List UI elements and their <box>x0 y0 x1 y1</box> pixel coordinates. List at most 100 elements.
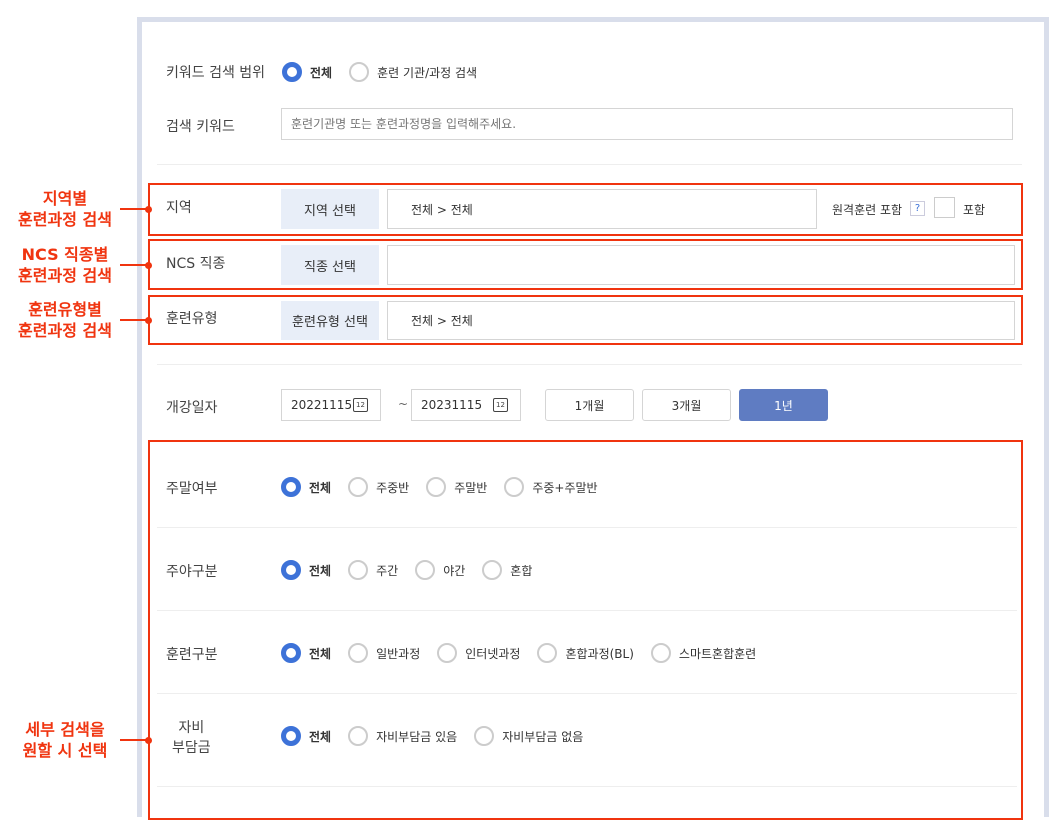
training-type-select-button[interactable]: 훈련유형 선택 <box>281 301 379 340</box>
end-date-input[interactable]: 20231115 12 <box>411 389 521 421</box>
radio-unchecked-icon[interactable] <box>349 62 369 82</box>
radio-unchecked-icon[interactable] <box>482 560 502 580</box>
self-pay-label-line1: 자비 <box>172 718 211 738</box>
radio-unchecked-icon[interactable] <box>348 477 368 497</box>
start-date-input[interactable]: 2022111512 <box>281 389 381 421</box>
ncs-select-button[interactable]: 직종 선택 <box>281 245 379 285</box>
divider <box>157 364 1022 365</box>
remote-training-label: 원격훈련 포함 <box>832 201 902 218</box>
radio-option[interactable]: 자비부담금 없음 <box>474 726 583 746</box>
training-category-label: 훈련구분 <box>166 644 218 664</box>
annotation-text: 지역별 <box>0 188 130 209</box>
radio-label: 전체 <box>310 64 332 81</box>
radio-checked-icon[interactable] <box>281 560 301 580</box>
annotation-text: 세부 검색을 <box>0 719 130 740</box>
radio-unchecked-icon[interactable] <box>504 477 524 497</box>
region-value: 전체 > 전체 <box>387 189 817 229</box>
radio-label: 주중+주말반 <box>532 479 597 496</box>
annotation-text: 훈련과정 검색 <box>0 265 130 286</box>
radio-label: 자비부담금 없음 <box>502 728 583 745</box>
remote-include-checkbox[interactable] <box>934 197 955 218</box>
daynight-radios: 전체 주간 야간 혼합 <box>281 560 532 580</box>
divider <box>157 693 1017 694</box>
radio-unchecked-icon[interactable] <box>348 560 368 580</box>
radio-option[interactable]: 자비부담금 있음 <box>348 726 457 746</box>
weekend-radios: 전체 주중반 주말반 주중+주말반 <box>281 477 598 497</box>
radio-option[interactable]: 전체 <box>281 726 331 746</box>
self-pay-radios: 전체 자비부담금 있음 자비부담금 없음 <box>281 726 583 746</box>
radio-option[interactable]: 주중+주말반 <box>504 477 597 497</box>
date-separator: ~ <box>398 397 408 411</box>
search-keyword-input[interactable] <box>281 108 1013 140</box>
radio-label: 주말반 <box>454 479 487 496</box>
radio-label: 전체 <box>309 562 331 579</box>
training-type-value: 전체 > 전체 <box>387 301 1015 340</box>
radio-label: 야간 <box>443 562 465 579</box>
radio-option[interactable]: 혼합 <box>482 560 532 580</box>
daynight-label: 주야구분 <box>166 561 218 581</box>
annotation-dot <box>145 317 152 324</box>
keyword-scope-label: 키워드 검색 범위 <box>166 62 265 82</box>
annotation-text: NCS 직종별 <box>0 244 130 265</box>
divider <box>157 164 1022 165</box>
divider <box>157 527 1017 528</box>
weekend-label: 주말여부 <box>166 478 218 498</box>
radio-unchecked-icon[interactable] <box>415 560 435 580</box>
annotation-dot <box>145 737 152 744</box>
radio-unchecked-icon[interactable] <box>348 726 368 746</box>
radio-option[interactable]: 전체 <box>281 477 331 497</box>
radio-option[interactable]: 훈련 기관/과정 검색 <box>349 62 477 82</box>
radio-unchecked-icon[interactable] <box>348 643 368 663</box>
radio-unchecked-icon[interactable] <box>437 643 457 663</box>
radio-label: 훈련 기관/과정 검색 <box>377 64 477 81</box>
ncs-value <box>387 245 1015 285</box>
radio-checked-icon[interactable] <box>281 477 301 497</box>
radio-option[interactable]: 전체 <box>282 62 332 82</box>
end-date-value: 20231115 <box>421 398 482 412</box>
radio-unchecked-icon[interactable] <box>426 477 446 497</box>
radio-option[interactable]: 스마트혼합훈련 <box>651 643 756 663</box>
radio-option[interactable]: 혼합과정(BL) <box>537 643 633 663</box>
radio-option[interactable]: 주중반 <box>348 477 409 497</box>
help-icon[interactable]: ? <box>910 201 925 216</box>
radio-label: 스마트혼합훈련 <box>679 645 756 662</box>
radio-option[interactable]: 전체 <box>281 560 331 580</box>
radio-label: 전체 <box>309 479 331 496</box>
period-1year-button[interactable]: 1년 <box>739 389 828 421</box>
period-1month-button[interactable]: 1개월 <box>545 389 634 421</box>
radio-checked-icon[interactable] <box>281 643 301 663</box>
radio-option[interactable]: 주간 <box>348 560 398 580</box>
annotation-text: 원할 시 선택 <box>0 740 130 761</box>
radio-option[interactable]: 주말반 <box>426 477 487 497</box>
radio-label: 주중반 <box>376 479 409 496</box>
radio-option[interactable]: 전체 <box>281 643 331 663</box>
radio-checked-icon[interactable] <box>281 726 301 746</box>
radio-label: 자비부담금 있음 <box>376 728 457 745</box>
start-date-label: 개강일자 <box>166 397 218 417</box>
region-label: 지역 <box>166 197 192 217</box>
period-3month-button[interactable]: 3개월 <box>642 389 731 421</box>
include-label: 포함 <box>963 201 985 218</box>
radio-option[interactable]: 야간 <box>415 560 465 580</box>
radio-option[interactable]: 인터넷과정 <box>437 643 520 663</box>
detail-search-highlight <box>148 440 1023 820</box>
radio-unchecked-icon[interactable] <box>651 643 671 663</box>
radio-checked-icon[interactable] <box>282 62 302 82</box>
radio-option[interactable]: 일반과정 <box>348 643 420 663</box>
calendar-icon[interactable]: 12 <box>493 398 508 412</box>
radio-label: 혼합과정(BL) <box>565 645 633 662</box>
annotation-label: 지역별훈련과정 검색 <box>0 188 130 230</box>
search-keyword-label: 검색 키워드 <box>166 116 235 136</box>
radio-unchecked-icon[interactable] <box>537 643 557 663</box>
radio-label: 일반과정 <box>376 645 420 662</box>
calendar-icon[interactable]: 12 <box>353 398 368 412</box>
radio-label: 인터넷과정 <box>465 645 520 662</box>
divider <box>157 610 1017 611</box>
radio-label: 혼합 <box>510 562 532 579</box>
annotation-text: 훈련과정 검색 <box>0 209 130 230</box>
region-select-button[interactable]: 지역 선택 <box>281 189 379 229</box>
training-category-radios: 전체 일반과정 인터넷과정 혼합과정(BL) 스마트혼합훈련 <box>281 643 756 663</box>
self-pay-label: 자비부담금 <box>172 718 211 758</box>
radio-unchecked-icon[interactable] <box>474 726 494 746</box>
self-pay-label-line2: 부담금 <box>172 738 211 758</box>
